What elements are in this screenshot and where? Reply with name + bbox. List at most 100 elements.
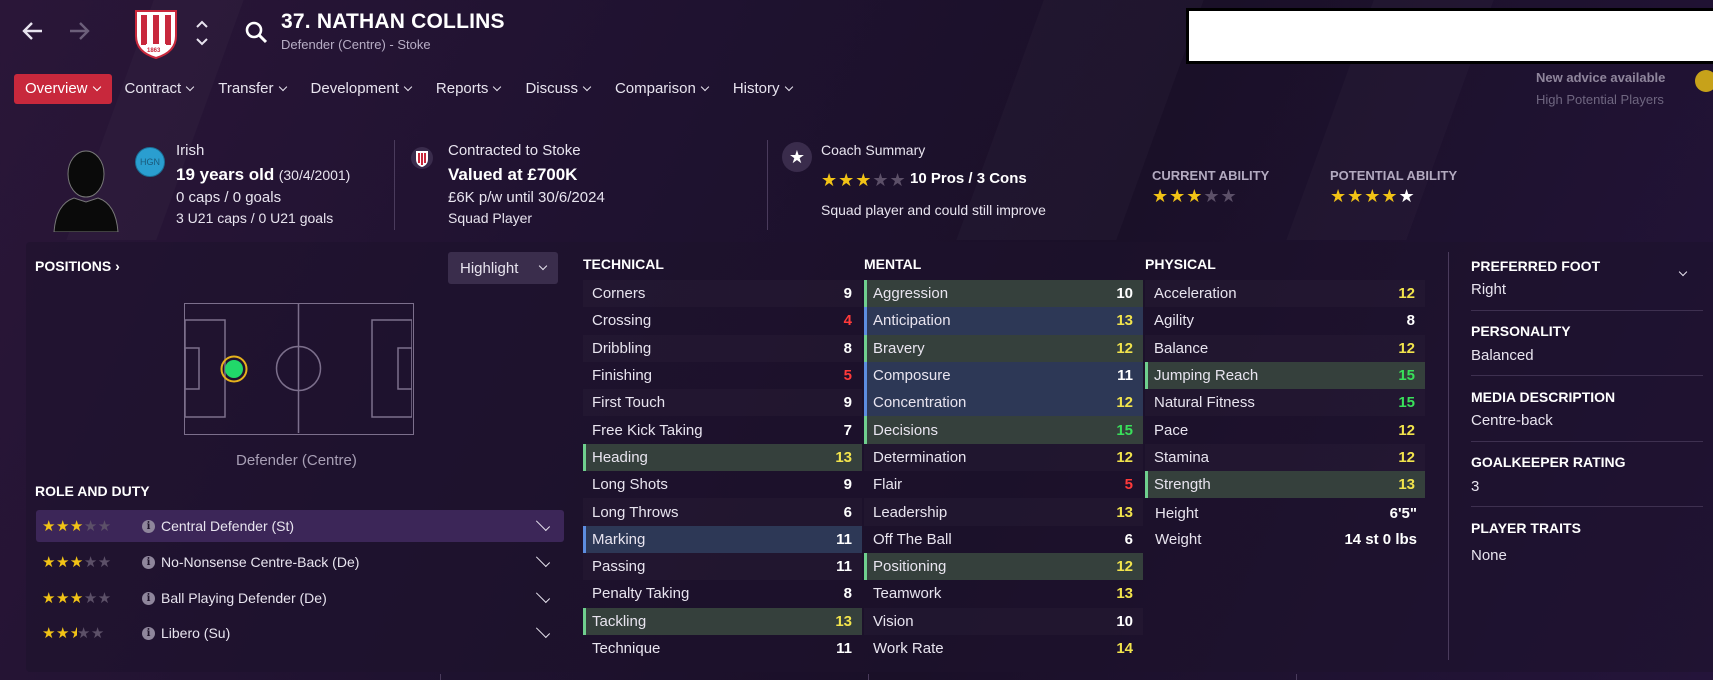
attr-value: 12 [1398,285,1415,303]
attr-row[interactable]: Long Throws 6 [583,498,862,525]
chevron-down-icon [278,82,287,91]
chevron-down-icon [403,82,413,91]
role-row[interactable]: ★★★★★ i Ball Playing Defender (De) [36,582,564,614]
attr-row[interactable]: Acceleration 12 [1145,280,1425,307]
attr-row[interactable]: Balance 12 [1145,335,1425,362]
attr-row[interactable]: Crossing 4 [583,307,862,334]
advice-subtitle[interactable]: High Potential Players [1536,92,1664,107]
highlight-dropdown[interactable]: Highlight [448,252,558,284]
chevron-down-icon[interactable] [535,516,551,532]
nationality: Irish [176,142,205,159]
attr-row[interactable]: Penalty Taking 8 [583,580,862,607]
attr-row[interactable]: Tackling 13 [583,607,862,635]
player-traits-title: PLAYER TRAITS [1471,520,1581,536]
attr-value: 9 [843,285,852,303]
chevron-down-icon[interactable] [535,623,551,639]
attr-row[interactable]: Dribbling 8 [583,335,862,362]
attr-row[interactable]: First Touch 9 [583,389,862,416]
tab-comparison[interactable]: Comparison [604,74,720,104]
divider [868,674,869,680]
attr-row[interactable]: Composure 11 [864,361,1143,390]
attr-name: Off The Ball [873,530,952,548]
tab-discuss[interactable]: Discuss [514,74,602,104]
attr-row[interactable]: Long Shots 9 [583,471,862,498]
player-name: 37. NATHAN COLLINS [281,10,505,33]
attr-value: 15 [1116,421,1133,439]
goalkeeper-rating-title: GOALKEEPER RATING [1471,454,1626,470]
attr-row[interactable]: Natural Fitness 15 [1145,389,1425,416]
attr-row[interactable]: Work Rate 14 [864,635,1143,662]
side-panel-chevron-icon[interactable] [1678,262,1688,280]
attr-row[interactable]: Finishing 5 [583,362,862,389]
attr-value: 11 [836,640,852,657]
chevron-down-icon[interactable] [535,588,551,604]
attr-row[interactable]: Passing 11 [583,553,862,580]
info-icon[interactable]: i [142,626,155,640]
divider [394,140,395,230]
attr-row[interactable]: Vision 10 [864,608,1143,635]
attr-name: Flair [873,476,903,494]
role-stars: ★★★★★ [42,518,112,535]
attr-value: 10 [1116,285,1133,303]
club-crest-small-icon[interactable] [410,145,434,171]
attr-row[interactable]: Decisions 15 [864,416,1143,444]
attr-row[interactable]: Flair 5 [864,471,1143,498]
club-crest-icon[interactable]: 1863 [132,8,180,60]
squad-status: Squad Player [448,210,533,226]
attr-row[interactable]: Concentration 12 [864,389,1143,417]
attr-value: 13 [835,612,852,630]
attr-row[interactable]: Off The Ball 6 [864,526,1143,553]
attr-row[interactable]: Anticipation 13 [864,307,1143,335]
tab-development[interactable]: Development [300,74,423,104]
attr-value: 12 [1398,421,1415,439]
attr-row[interactable]: Jumping Reach 15 [1145,361,1425,390]
tab-reports[interactable]: Reports [425,74,513,104]
attr-name: Technique [592,640,661,657]
attr-row[interactable]: Leadership 13 [864,498,1143,525]
attr-row[interactable]: Corners 9 [583,280,862,307]
tab-history[interactable]: History [722,74,804,104]
tab-overview[interactable]: Overview [14,74,112,104]
attr-row[interactable]: Positioning 12 [864,552,1143,581]
attr-row[interactable]: Pace 12 [1145,416,1425,443]
positions-title[interactable]: POSITIONS › [35,258,120,274]
advice-title[interactable]: New advice available [1536,70,1665,85]
search-icon[interactable] [244,20,270,46]
caps: 0 caps / 0 goals [176,189,282,206]
advice-badge-icon[interactable] [1695,70,1713,92]
player-switch-icon[interactable] [193,16,211,50]
attr-row[interactable]: Teamwork 13 [864,580,1143,607]
attr-row[interactable]: Marking 11 [583,525,862,553]
nation-flag-icon[interactable]: HGN [135,147,165,177]
info-icon[interactable]: i [142,555,155,569]
info-icon[interactable]: i [142,591,155,605]
chevron-down-icon [493,82,502,91]
mental-title: MENTAL [864,256,922,272]
attr-row[interactable]: Technique 11 [583,635,862,662]
forward-arrow-icon[interactable] [66,18,92,50]
pros-cons[interactable]: 10 Pros / 3 Cons [910,170,1027,187]
attr-row[interactable]: Aggression 10 [864,280,1143,308]
role-row[interactable]: ★★★★★ i No-Nonsense Centre-Back (De) [36,546,564,578]
attr-row[interactable]: Bravery 12 [864,334,1143,362]
attr-row[interactable]: Agility 8 [1145,307,1425,334]
attr-value: 15 [1398,367,1415,385]
star-icon: ★ [782,142,812,172]
attr-row[interactable]: Free Kick Taking 7 [583,416,862,443]
attr-row[interactable]: Determination 12 [864,444,1143,471]
position-marker-dc[interactable] [219,354,249,384]
attr-name: Long Shots [592,476,668,494]
attr-name: Natural Fitness [1154,394,1255,412]
tab-transfer[interactable]: Transfer [207,74,297,104]
attr-name: Pace [1154,421,1189,439]
info-icon[interactable]: i [142,519,155,533]
attr-row[interactable]: Stamina 12 [1145,444,1425,471]
role-row[interactable]: ★★★★★ i Central Defender (St) [36,510,564,542]
back-arrow-icon[interactable] [20,18,46,50]
tab-contract[interactable]: Contract [114,74,206,104]
chevron-down-icon[interactable] [535,552,551,568]
attr-row[interactable]: Strength 13 [1145,471,1425,499]
attr-row[interactable]: Heading 13 [583,443,862,472]
role-row[interactable]: ★★★★★ i Libero (Su) [36,617,564,649]
attr-name: Crossing [592,312,652,330]
